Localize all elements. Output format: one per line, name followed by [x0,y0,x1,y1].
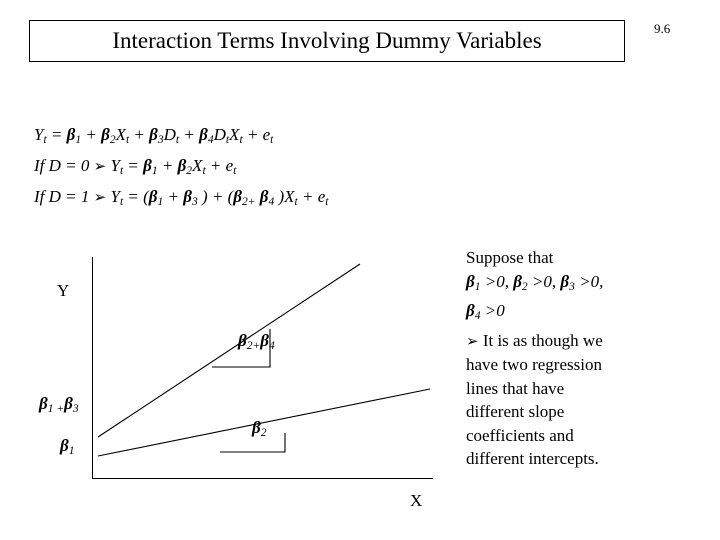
intercept-label-lower: β1 [60,436,75,458]
side-note-line-5: have two regression [466,355,602,375]
intercept-label-upper: β1 +β3 [39,394,79,416]
side-note-line-9: different intercepts. [466,449,599,469]
side-note-line-7: different slope [466,402,565,422]
regression-lines [97,263,431,457]
side-note-line-6: lines that have [466,378,565,398]
side-note-line-2: β1 >0, β2 >0, β3 >0, [466,271,604,293]
side-note-line-8: coefficients and [466,425,574,445]
side-note: Suppose that β1 >0, β2 >0, β3 >0, β4 >0 … [466,246,706,471]
equation-line-3: If D = 1 ➢ Yt = (β1 + β3 ) + (β2+ β4 )Xt… [34,187,329,209]
regression-graph: Y X β2+β4 β2 β1 +β3 β1 [39,255,460,525]
side-note-line-4: ➢ It is as though we [466,330,603,350]
title-box: Interaction Terms Involving Dummy Variab… [29,20,625,62]
slope-label-upper: β2+β4 [238,331,275,353]
equation-block: Yt = β1 + β2Xt + β3Dt + β4DtXt + et If D… [34,122,328,216]
equation-line-1: Yt = β1 + β2Xt + β3Dt + β4DtXt + et [34,125,274,147]
equation-line-2: If D = 0 ➢ Yt = β1 + β2Xt + et [34,156,237,178]
slope-label-lower: β2 [252,418,267,440]
page-title: Interaction Terms Involving Dummy Variab… [112,28,542,53]
side-note-line-3: β4 >0 [466,301,505,323]
side-note-line-1: Suppose that [466,248,554,267]
slide-number: 9.6 [654,21,671,36]
